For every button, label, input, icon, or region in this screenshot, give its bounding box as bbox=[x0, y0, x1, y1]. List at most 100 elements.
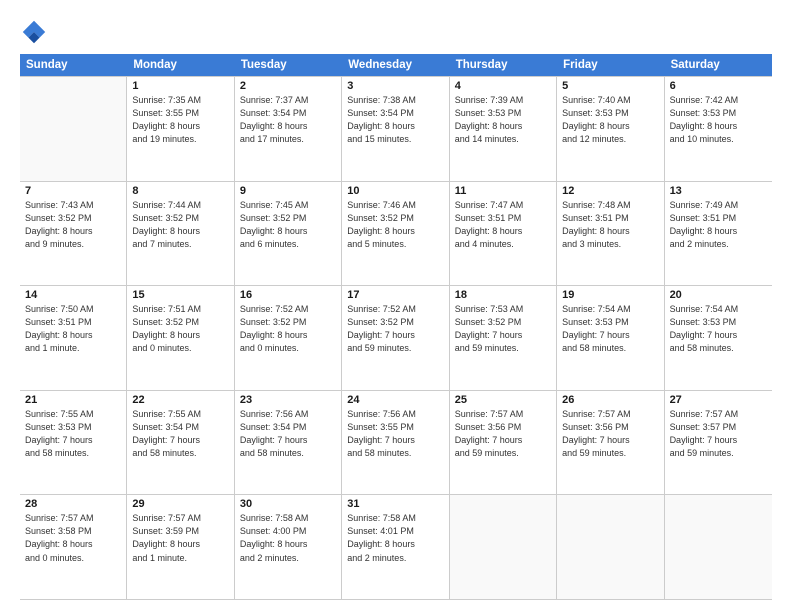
header-day-monday: Monday bbox=[127, 54, 234, 76]
day-info: Sunrise: 7:46 AM Sunset: 3:52 PM Dayligh… bbox=[347, 199, 443, 251]
calendar-week-3: 14 Sunrise: 7:50 AM Sunset: 3:51 PM Dayli… bbox=[20, 286, 772, 391]
day-number: 1 bbox=[132, 80, 228, 92]
calendar-cell: 4 Sunrise: 7:39 AM Sunset: 3:53 PM Daylig… bbox=[450, 77, 557, 181]
calendar-cell: 9Sunrise: 7:45 AM Sunset: 3:52 PM Daylig… bbox=[235, 182, 342, 286]
day-info: Sunrise: 7:40 AM Sunset: 3:53 PM Dayligh… bbox=[562, 94, 658, 146]
calendar-cell: 25 Sunrise: 7:57 AM Sunset: 3:56 PM Dayli… bbox=[450, 391, 557, 495]
calendar-cell: 3 Sunrise: 7:38 AM Sunset: 3:54 PM Daylig… bbox=[342, 77, 449, 181]
day-info: Sunrise: 7:38 AM Sunset: 3:54 PM Dayligh… bbox=[347, 94, 443, 146]
calendar-week-5: 28 Sunrise: 7:57 AM Sunset: 3:58 PM Dayli… bbox=[20, 495, 772, 600]
day-number: 20 bbox=[670, 289, 767, 301]
calendar-cell bbox=[557, 495, 664, 599]
day-number: 12 bbox=[562, 185, 658, 197]
calendar-cell: 16 Sunrise: 7:52 AM Sunset: 3:52 PM Dayli… bbox=[235, 286, 342, 390]
day-info: Sunrise: 7:44 AM Sunset: 3:52 PM Dayligh… bbox=[132, 199, 228, 251]
day-number: 17 bbox=[347, 289, 443, 301]
calendar-cell: 20 Sunrise: 7:54 AM Sunset: 3:53 PM Dayli… bbox=[665, 286, 772, 390]
day-number: 14 bbox=[25, 289, 121, 301]
day-number: 24 bbox=[347, 394, 443, 406]
calendar-cell bbox=[450, 495, 557, 599]
day-number: 25 bbox=[455, 394, 551, 406]
day-info: Sunrise: 7:57 AM Sunset: 3:58 PM Dayligh… bbox=[25, 512, 121, 564]
day-number: 18 bbox=[455, 289, 551, 301]
day-info: Sunrise: 7:47 AM Sunset: 3:51 PM Dayligh… bbox=[455, 199, 551, 251]
calendar-week-2: 7Sunrise: 7:43 AM Sunset: 3:52 PM Daylig… bbox=[20, 182, 772, 287]
day-info: Sunrise: 7:57 AM Sunset: 3:56 PM Dayligh… bbox=[455, 408, 551, 460]
calendar-cell: 7Sunrise: 7:43 AM Sunset: 3:52 PM Daylig… bbox=[20, 182, 127, 286]
day-info: Sunrise: 7:37 AM Sunset: 3:54 PM Dayligh… bbox=[240, 94, 336, 146]
header bbox=[20, 18, 772, 46]
day-number: 3 bbox=[347, 80, 443, 92]
day-number: 22 bbox=[132, 394, 228, 406]
calendar-cell bbox=[20, 77, 127, 181]
day-info: Sunrise: 7:35 AM Sunset: 3:55 PM Dayligh… bbox=[132, 94, 228, 146]
day-info: Sunrise: 7:52 AM Sunset: 3:52 PM Dayligh… bbox=[347, 303, 443, 355]
day-info: Sunrise: 7:56 AM Sunset: 3:54 PM Dayligh… bbox=[240, 408, 336, 460]
calendar-cell: 13 Sunrise: 7:49 AM Sunset: 3:51 PM Dayli… bbox=[665, 182, 772, 286]
day-number: 11 bbox=[455, 185, 551, 197]
day-info: Sunrise: 7:52 AM Sunset: 3:52 PM Dayligh… bbox=[240, 303, 336, 355]
calendar-cell: 24 Sunrise: 7:56 AM Sunset: 3:55 PM Dayli… bbox=[342, 391, 449, 495]
day-number: 4 bbox=[455, 80, 551, 92]
day-info: Sunrise: 7:58 AM Sunset: 4:01 PM Dayligh… bbox=[347, 512, 443, 564]
calendar-cell: 30Sunrise: 7:58 AM Sunset: 4:00 PM Dayli… bbox=[235, 495, 342, 599]
day-number: 27 bbox=[670, 394, 767, 406]
day-number: 21 bbox=[25, 394, 121, 406]
day-number: 29 bbox=[132, 498, 228, 510]
day-number: 31 bbox=[347, 498, 443, 510]
calendar-cell: 5 Sunrise: 7:40 AM Sunset: 3:53 PM Daylig… bbox=[557, 77, 664, 181]
calendar-cell: 23Sunrise: 7:56 AM Sunset: 3:54 PM Dayli… bbox=[235, 391, 342, 495]
calendar-cell: 31 Sunrise: 7:58 AM Sunset: 4:01 PM Dayli… bbox=[342, 495, 449, 599]
calendar-cell: 1 Sunrise: 7:35 AM Sunset: 3:55 PM Daylig… bbox=[127, 77, 234, 181]
logo bbox=[20, 18, 52, 46]
day-info: Sunrise: 7:45 AM Sunset: 3:52 PM Dayligh… bbox=[240, 199, 336, 251]
calendar-cell: 11 Sunrise: 7:47 AM Sunset: 3:51 PM Dayli… bbox=[450, 182, 557, 286]
calendar-cell: 14 Sunrise: 7:50 AM Sunset: 3:51 PM Dayli… bbox=[20, 286, 127, 390]
day-number: 6 bbox=[670, 80, 767, 92]
header-day-tuesday: Tuesday bbox=[235, 54, 342, 76]
header-day-wednesday: Wednesday bbox=[342, 54, 449, 76]
calendar-cell: 19 Sunrise: 7:54 AM Sunset: 3:53 PM Dayli… bbox=[557, 286, 664, 390]
calendar-cell: 29 Sunrise: 7:57 AM Sunset: 3:59 PM Dayli… bbox=[127, 495, 234, 599]
logo-icon bbox=[20, 18, 48, 46]
page: SundayMondayTuesdayWednesdayThursdayFrid… bbox=[0, 0, 792, 612]
day-info: Sunrise: 7:51 AM Sunset: 3:52 PM Dayligh… bbox=[132, 303, 228, 355]
day-number: 2 bbox=[240, 80, 336, 92]
calendar-cell: 21 Sunrise: 7:55 AM Sunset: 3:53 PM Dayli… bbox=[20, 391, 127, 495]
day-info: Sunrise: 7:56 AM Sunset: 3:55 PM Dayligh… bbox=[347, 408, 443, 460]
day-number: 8 bbox=[132, 185, 228, 197]
day-info: Sunrise: 7:39 AM Sunset: 3:53 PM Dayligh… bbox=[455, 94, 551, 146]
day-info: Sunrise: 7:55 AM Sunset: 3:54 PM Dayligh… bbox=[132, 408, 228, 460]
calendar-cell: 28 Sunrise: 7:57 AM Sunset: 3:58 PM Dayli… bbox=[20, 495, 127, 599]
calendar-week-4: 21 Sunrise: 7:55 AM Sunset: 3:53 PM Dayli… bbox=[20, 391, 772, 496]
calendar-cell: 22 Sunrise: 7:55 AM Sunset: 3:54 PM Dayli… bbox=[127, 391, 234, 495]
day-info: Sunrise: 7:57 AM Sunset: 3:59 PM Dayligh… bbox=[132, 512, 228, 564]
day-number: 5 bbox=[562, 80, 658, 92]
day-number: 16 bbox=[240, 289, 336, 301]
header-day-saturday: Saturday bbox=[665, 54, 772, 76]
day-info: Sunrise: 7:48 AM Sunset: 3:51 PM Dayligh… bbox=[562, 199, 658, 251]
day-info: Sunrise: 7:50 AM Sunset: 3:51 PM Dayligh… bbox=[25, 303, 121, 355]
calendar-body: 1 Sunrise: 7:35 AM Sunset: 3:55 PM Daylig… bbox=[20, 76, 772, 600]
header-day-friday: Friday bbox=[557, 54, 664, 76]
day-info: Sunrise: 7:54 AM Sunset: 3:53 PM Dayligh… bbox=[670, 303, 767, 355]
day-number: 30 bbox=[240, 498, 336, 510]
day-number: 13 bbox=[670, 185, 767, 197]
day-info: Sunrise: 7:55 AM Sunset: 3:53 PM Dayligh… bbox=[25, 408, 121, 460]
day-number: 28 bbox=[25, 498, 121, 510]
calendar-header: SundayMondayTuesdayWednesdayThursdayFrid… bbox=[20, 54, 772, 76]
day-info: Sunrise: 7:53 AM Sunset: 3:52 PM Dayligh… bbox=[455, 303, 551, 355]
day-info: Sunrise: 7:49 AM Sunset: 3:51 PM Dayligh… bbox=[670, 199, 767, 251]
calendar: SundayMondayTuesdayWednesdayThursdayFrid… bbox=[20, 54, 772, 600]
day-info: Sunrise: 7:42 AM Sunset: 3:53 PM Dayligh… bbox=[670, 94, 767, 146]
day-number: 19 bbox=[562, 289, 658, 301]
day-number: 10 bbox=[347, 185, 443, 197]
calendar-cell: 18 Sunrise: 7:53 AM Sunset: 3:52 PM Dayli… bbox=[450, 286, 557, 390]
calendar-cell: 6 Sunrise: 7:42 AM Sunset: 3:53 PM Daylig… bbox=[665, 77, 772, 181]
calendar-cell: 26Sunrise: 7:57 AM Sunset: 3:56 PM Dayli… bbox=[557, 391, 664, 495]
day-info: Sunrise: 7:57 AM Sunset: 3:57 PM Dayligh… bbox=[670, 408, 767, 460]
calendar-cell: 10 Sunrise: 7:46 AM Sunset: 3:52 PM Dayli… bbox=[342, 182, 449, 286]
calendar-cell: 27 Sunrise: 7:57 AM Sunset: 3:57 PM Dayli… bbox=[665, 391, 772, 495]
day-info: Sunrise: 7:54 AM Sunset: 3:53 PM Dayligh… bbox=[562, 303, 658, 355]
calendar-cell: 2 Sunrise: 7:37 AM Sunset: 3:54 PM Daylig… bbox=[235, 77, 342, 181]
